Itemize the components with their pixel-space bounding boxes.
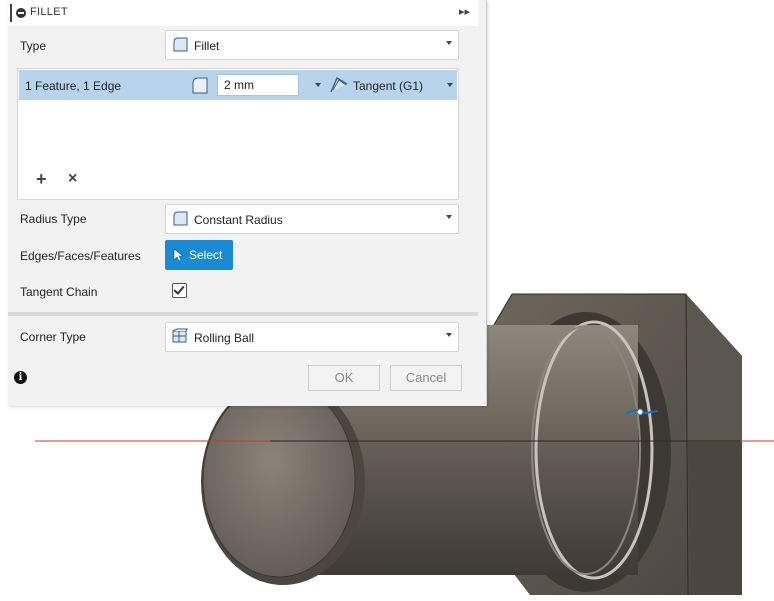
selection-list[interactable]: 1 Feature, 1 Edge 2 mm Tangent (G1) + ×	[17, 68, 459, 200]
selection-count: 1 Feature, 1 Edge	[25, 79, 122, 93]
selection-row[interactable]: 1 Feature, 1 Edge 2 mm Tangent (G1)	[19, 70, 457, 100]
corner-type-value: Rolling Ball	[194, 331, 255, 345]
chevron-down-icon	[446, 333, 452, 337]
fillet-radius-icon	[192, 77, 208, 94]
ok-button[interactable]: OK	[308, 365, 380, 391]
section-divider	[8, 312, 478, 316]
radius-type-dropdown[interactable]: Constant Radius	[165, 204, 459, 234]
type-value: Fillet	[194, 39, 220, 53]
type-dropdown[interactable]: Fillet	[165, 30, 459, 60]
rolling-ball-icon	[172, 328, 188, 343]
info-icon[interactable]: i	[14, 371, 27, 384]
select-button[interactable]: Select	[165, 240, 233, 270]
add-selection-button[interactable]: +	[36, 169, 47, 190]
continuity-chevron-icon[interactable]	[447, 83, 453, 87]
hex-side-face-lower	[688, 442, 742, 595]
radius-dropdown-chevron-icon[interactable]	[315, 83, 321, 87]
dialog-edge	[10, 4, 12, 22]
chevron-down-icon	[446, 215, 452, 219]
tangent-chain-checkbox[interactable]	[172, 283, 187, 298]
radius-type-value: Constant Radius	[194, 213, 283, 227]
radius-type-label: Radius Type	[20, 212, 87, 226]
chevron-down-icon	[446, 41, 452, 45]
edges-label: Edges/Faces/Features	[20, 249, 141, 263]
continuity-value: Tangent (G1)	[353, 79, 424, 93]
shaft-end-face	[202, 382, 356, 578]
fillet-dialog: FILLET ▸▸ Type Fillet 1 Feature, 1 Edge …	[8, 0, 487, 406]
cursor-icon	[173, 248, 184, 262]
tangent-icon	[330, 76, 348, 93]
select-label: Select	[189, 248, 223, 262]
cancel-button[interactable]: Cancel	[390, 365, 462, 391]
constant-radius-icon	[173, 211, 188, 226]
type-label: Type	[20, 39, 47, 53]
dialog-titlebar[interactable]: FILLET ▸▸	[8, 0, 478, 26]
fillet-icon	[173, 37, 188, 52]
corner-type-label: Corner Type	[20, 330, 86, 344]
dialog-title: FILLET	[30, 6, 68, 18]
corner-type-dropdown[interactable]: Rolling Ball	[165, 322, 459, 352]
expand-icon[interactable]: ▸▸	[459, 5, 470, 18]
collapse-icon[interactable]	[16, 8, 26, 18]
tangent-chain-label: Tangent Chain	[20, 285, 98, 299]
radius-value: 2 mm	[224, 78, 254, 92]
hex-side-face-upper	[686, 294, 742, 442]
remove-selection-button[interactable]: ×	[68, 170, 77, 188]
radius-input[interactable]: 2 mm	[217, 74, 299, 96]
